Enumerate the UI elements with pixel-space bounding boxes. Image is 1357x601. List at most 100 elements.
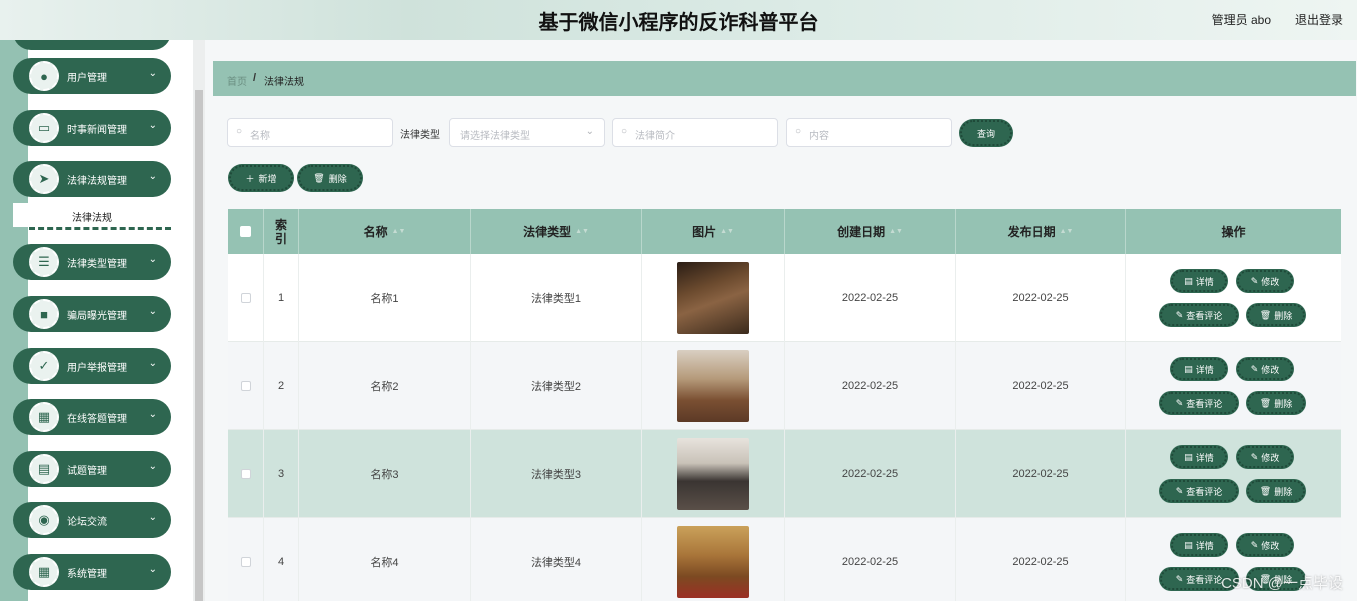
- cell-published: 2022-02-25: [956, 342, 1126, 430]
- row-checkbox[interactable]: [240, 557, 251, 567]
- intro-placeholder: 法律简介: [635, 131, 675, 142]
- sidebar-item-user-management[interactable]: ● 用户管理 ⌄: [13, 58, 171, 94]
- detail-button[interactable]: ▤ 详情: [1171, 270, 1227, 292]
- detail-button[interactable]: ▤ 详情: [1171, 446, 1227, 468]
- edit-icon: ✎: [1175, 573, 1184, 584]
- news-icon: ▭: [29, 113, 59, 143]
- send-icon: ➤: [29, 164, 59, 194]
- header-name[interactable]: 名称 ▲▼: [299, 209, 471, 254]
- cell-created: 2022-02-25: [785, 342, 956, 430]
- comments-label: 查看评论: [1186, 574, 1223, 585]
- current-user: 管理员 abo: [1211, 13, 1271, 27]
- cell-name: 名称4: [299, 518, 471, 601]
- batch-delete-button[interactable]: 🗑 删除: [298, 165, 362, 191]
- cell-created: 2022-02-25: [785, 518, 956, 601]
- header-type[interactable]: 法律类型 ▲▼: [471, 209, 642, 254]
- sidebar-item-online-quiz[interactable]: ▦ 在线答题管理 ⌄: [13, 399, 171, 435]
- table-row[interactable]: 2 名称2 法律类型2 2022-02-25 2022-02-25 ▤ 详情 ✎ 修…: [228, 342, 1341, 430]
- sidebar-item-label: 时事新闻管理: [67, 125, 127, 136]
- add-button[interactable]: ＋ 新增: [229, 165, 293, 191]
- cell-ops: ▤ 详情 ✎ 修改 ✎ 查看评论 🗑 删除: [1126, 254, 1341, 342]
- row-delete-label: 删除: [1274, 486, 1293, 497]
- sidebar-item-user-report[interactable]: ✓ 用户举报管理 ⌄: [13, 348, 171, 384]
- row-select-cell: [228, 254, 264, 342]
- cell-image: [642, 430, 785, 518]
- content-search-input[interactable]: ○ 内容: [786, 118, 952, 147]
- edit-button[interactable]: ✎ 修改: [1237, 446, 1293, 468]
- query-button[interactable]: 查询: [960, 120, 1012, 146]
- sidebar-item-label: 骗局曝光管理: [67, 311, 127, 322]
- law-type-select[interactable]: 请选择法律类型 ⌄: [449, 118, 605, 147]
- select-all-checkbox[interactable]: [240, 226, 251, 237]
- view-comments-button[interactable]: ✎ 查看评论: [1160, 304, 1238, 326]
- name-search-input[interactable]: ○ 名称: [227, 118, 393, 147]
- law-thumbnail-image[interactable]: [677, 438, 749, 510]
- doc-icon: ▤: [1184, 363, 1193, 374]
- edit-icon: ✎: [1250, 539, 1259, 550]
- law-thumbnail-image[interactable]: [677, 526, 749, 598]
- sidebar-scrollbar-thumb[interactable]: [195, 90, 203, 601]
- table-row[interactable]: 1 名称1 法律类型1 2022-02-25 2022-02-25 ▤ 详情 ✎ 修…: [228, 254, 1341, 342]
- edit-icon: ✎: [1175, 397, 1184, 408]
- cell-type-text: 法律类型2: [530, 381, 582, 393]
- sidebar-item-question-management[interactable]: ▤ 试题管理 ⌄: [13, 451, 171, 487]
- intro-search-input[interactable]: ○ 法律简介: [612, 118, 778, 147]
- location-icon: ◉: [29, 505, 59, 535]
- detail-label: 详情: [1195, 276, 1214, 287]
- sidebar-item-system-management[interactable]: ▦ 系统管理 ⌄: [13, 554, 171, 590]
- grid-icon: ▦: [29, 402, 59, 432]
- trash-icon: 🗑: [313, 172, 325, 183]
- sidebar-subitem-laws[interactable]: 法律法规: [13, 203, 171, 230]
- row-checkbox[interactable]: [240, 381, 251, 391]
- table-row[interactable]: 3 名称3 法律类型3 2022-02-25 2022-02-25 ▤ 详情 ✎ 修…: [228, 430, 1341, 518]
- row-delete-button[interactable]: 🗑 删除: [1247, 304, 1305, 326]
- header-published[interactable]: 发布日期 ▲▼: [956, 209, 1126, 254]
- watermark: CSDN @一点毕设: [1221, 575, 1343, 592]
- sidebar-item-forum[interactable]: ◉ 论坛交流 ⌄: [13, 502, 171, 538]
- row-delete-button[interactable]: 🗑 删除: [1247, 480, 1305, 502]
- table-row[interactable]: 4 名称4 法律类型4 2022-02-25 2022-02-25 ▤ 详情 ✎ 修…: [228, 518, 1341, 601]
- report-icon: ✓: [29, 351, 59, 381]
- edit-button[interactable]: ✎ 修改: [1237, 358, 1293, 380]
- logout-link[interactable]: 退出登录: [1295, 11, 1343, 28]
- row-delete-button[interactable]: 🗑 删除: [1247, 392, 1305, 414]
- cell-image: [642, 254, 785, 342]
- sidebar-item-law-management[interactable]: ➤ 法律法规管理 ⌄: [13, 161, 171, 197]
- sidebar-item-scam-exposure[interactable]: ■ 骗局曝光管理 ⌄: [13, 296, 171, 332]
- edit-button[interactable]: ✎ 修改: [1237, 270, 1293, 292]
- sidebar-item-hidden-top[interactable]: [13, 40, 171, 50]
- sidebar-item-law-type-management[interactable]: ☰ 法律类型管理 ⌄: [13, 244, 171, 280]
- row-checkbox[interactable]: [240, 293, 251, 303]
- chevron-down-icon: ⌄: [148, 171, 157, 182]
- chevron-down-icon: ⌄: [148, 68, 157, 79]
- cell-type: 法律类型2: [471, 342, 642, 430]
- law-thumbnail-image[interactable]: [677, 262, 749, 334]
- sort-icon: ▲▼: [889, 228, 903, 235]
- header-name-label: 名称: [363, 225, 388, 239]
- sidebar-item-news-management[interactable]: ▭ 时事新闻管理 ⌄: [13, 110, 171, 146]
- breadcrumb-home[interactable]: 首页: [227, 73, 247, 88]
- edit-button[interactable]: ✎ 修改: [1237, 534, 1293, 556]
- header-ops: 操作: [1126, 209, 1341, 254]
- sidebar-item-label: 在线答题管理: [67, 414, 127, 425]
- trash-icon: 🗑: [1259, 485, 1272, 496]
- view-comments-button[interactable]: ✎ 查看评论: [1160, 392, 1238, 414]
- chevron-down-icon: ⌄: [148, 358, 157, 369]
- breadcrumb: 首页 / 法律法规: [213, 61, 1356, 96]
- cell-published-text: 2022-02-25: [1012, 556, 1069, 568]
- active-underline: [29, 227, 171, 230]
- header-created[interactable]: 创建日期 ▲▼: [785, 209, 956, 254]
- search-icon: ○: [236, 126, 243, 137]
- select-all-cell: [228, 209, 264, 254]
- header-image[interactable]: 图片 ▲▼: [642, 209, 785, 254]
- trash-icon: 🗑: [1259, 309, 1272, 320]
- row-checkbox[interactable]: [240, 469, 251, 479]
- sidebar-subitem-label: 法律法规: [72, 213, 112, 224]
- view-comments-button[interactable]: ✎ 查看评论: [1160, 480, 1238, 502]
- law-thumbnail-image[interactable]: [677, 350, 749, 422]
- detail-button[interactable]: ▤ 详情: [1171, 534, 1227, 556]
- detail-button[interactable]: ▤ 详情: [1171, 358, 1227, 380]
- edit-icon: ✎: [1250, 275, 1259, 286]
- chevron-down-icon: ⌄: [148, 512, 157, 523]
- comments-label: 查看评论: [1186, 486, 1223, 497]
